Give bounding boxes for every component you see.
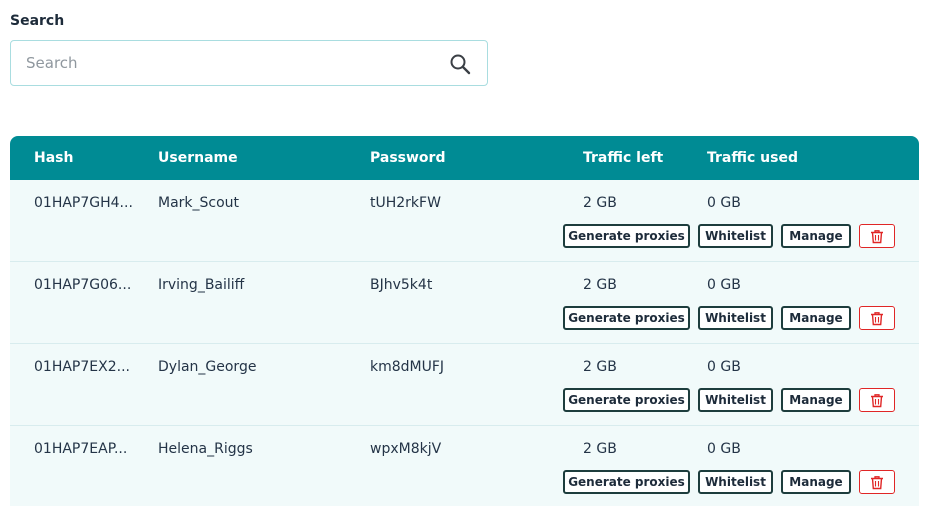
cell-traffic-left: 2 GB xyxy=(583,441,617,457)
cell-password: BJhv5k4t xyxy=(370,277,433,293)
cell-username: Dylan_George xyxy=(158,359,257,375)
trash-icon xyxy=(871,475,883,489)
table-row: 01HAP7EAP... Helena_Riggs wpxM8kjV 2 GB … xyxy=(10,426,919,506)
users-table: Hash Username Password Traffic left Traf… xyxy=(10,136,919,506)
table-row: 01HAP7GH4... Mark_Scout tUH2rkFW 2 GB 0 … xyxy=(10,180,919,262)
whitelist-button[interactable]: Whitelist xyxy=(698,470,773,494)
search-input[interactable] xyxy=(11,41,431,85)
column-header-username: Username xyxy=(158,150,238,166)
row-actions: Generate proxies Whitelist Manage xyxy=(10,224,919,248)
cell-hash: 01HAP7G06... xyxy=(34,277,132,293)
delete-button[interactable] xyxy=(859,388,895,412)
manage-button[interactable]: Manage xyxy=(781,470,851,494)
cell-traffic-used: 0 GB xyxy=(707,195,741,211)
cell-password: wpxM8kjV xyxy=(370,441,442,457)
generate-proxies-button[interactable]: Generate proxies xyxy=(563,388,690,412)
cell-traffic-used: 0 GB xyxy=(707,359,741,375)
row-actions: Generate proxies Whitelist Manage xyxy=(10,388,919,412)
table-header: Hash Username Password Traffic left Traf… xyxy=(10,136,919,180)
column-header-traffic-used: Traffic used xyxy=(707,150,798,166)
generate-proxies-button[interactable]: Generate proxies xyxy=(563,470,690,494)
trash-icon xyxy=(871,229,883,243)
cell-traffic-left: 2 GB xyxy=(583,195,617,211)
manage-button[interactable]: Manage xyxy=(781,306,851,330)
table-row: 01HAP7G06... Irving_Bailiff BJhv5k4t 2 G… xyxy=(10,262,919,344)
generate-proxies-button[interactable]: Generate proxies xyxy=(563,224,690,248)
whitelist-button[interactable]: Whitelist xyxy=(698,224,773,248)
cell-username: Irving_Bailiff xyxy=(158,277,245,293)
manage-button[interactable]: Manage xyxy=(781,224,851,248)
delete-button[interactable] xyxy=(859,224,895,248)
column-header-traffic-left: Traffic left xyxy=(583,150,664,166)
trash-icon xyxy=(871,393,883,407)
cell-hash: 01HAP7EX2... xyxy=(34,359,130,375)
cell-hash: 01HAP7EAP... xyxy=(34,441,128,457)
table-body: 01HAP7GH4... Mark_Scout tUH2rkFW 2 GB 0 … xyxy=(10,180,919,506)
cell-password: tUH2rkFW xyxy=(370,195,441,211)
cell-traffic-used: 0 GB xyxy=(707,441,741,457)
delete-button[interactable] xyxy=(859,470,895,494)
row-actions: Generate proxies Whitelist Manage xyxy=(10,470,919,494)
cell-traffic-used: 0 GB xyxy=(707,277,741,293)
cell-traffic-left: 2 GB xyxy=(583,277,617,293)
whitelist-button[interactable]: Whitelist xyxy=(698,388,773,412)
trash-icon xyxy=(871,311,883,325)
cell-traffic-left: 2 GB xyxy=(583,359,617,375)
manage-button[interactable]: Manage xyxy=(781,388,851,412)
cell-password: km8dMUFJ xyxy=(370,359,445,375)
column-header-password: Password xyxy=(370,150,446,166)
row-actions: Generate proxies Whitelist Manage xyxy=(10,306,919,330)
cell-hash: 01HAP7GH4... xyxy=(34,195,133,211)
table-row: 01HAP7EX2... Dylan_George km8dMUFJ 2 GB … xyxy=(10,344,919,426)
generate-proxies-button[interactable]: Generate proxies xyxy=(563,306,690,330)
column-header-hash: Hash xyxy=(34,150,74,166)
cell-username: Helena_Riggs xyxy=(158,441,253,457)
search-box[interactable] xyxy=(10,40,488,86)
search-icon[interactable] xyxy=(449,53,471,75)
whitelist-button[interactable]: Whitelist xyxy=(698,306,773,330)
cell-username: Mark_Scout xyxy=(158,195,240,211)
search-label: Search xyxy=(10,13,65,29)
delete-button[interactable] xyxy=(859,306,895,330)
